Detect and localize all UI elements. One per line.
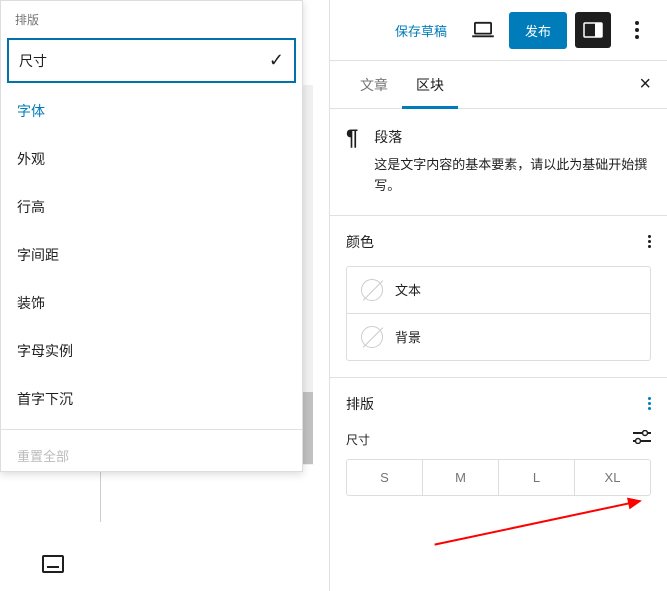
dots-vertical-icon (635, 21, 639, 39)
sliders-icon (633, 430, 651, 444)
size-xl-button[interactable]: XL (574, 460, 650, 495)
device-icon[interactable] (42, 555, 64, 573)
color-background-button[interactable]: 背景 (347, 313, 650, 360)
tab-block[interactable]: 区块 (402, 61, 458, 109)
option-size[interactable]: 尺寸 ✓ (7, 38, 296, 83)
color-section: 颜色 文本 背景 (330, 216, 667, 378)
settings-sidebar: 保存草稿 发布 文章 区块 × ¶ 段落 这是文字内容的基本要素，请以此为基础开… (329, 0, 667, 591)
block-description: ¶ 段落 这是文字内容的基本要素，请以此为基础开始撰写。 (330, 109, 667, 216)
check-icon: ✓ (269, 50, 284, 71)
publish-button[interactable]: 发布 (509, 12, 567, 49)
color-section-title: 颜色 (346, 232, 374, 252)
editor-topbar: 保存草稿 发布 (330, 0, 667, 61)
color-options-button[interactable] (648, 235, 651, 248)
save-draft-button[interactable]: 保存草稿 (385, 13, 457, 48)
paragraph-icon: ¶ (346, 127, 358, 197)
size-s-button[interactable]: S (347, 460, 422, 495)
option-font[interactable]: 字体 (1, 87, 302, 135)
more-options-button[interactable] (619, 12, 655, 48)
typography-dropdown-panel: 排版 尺寸 ✓ 字体 外观 行高 字间距 装饰 字母实例 首字下沉 重置全部 (0, 0, 303, 472)
tab-post[interactable]: 文章 (346, 61, 402, 109)
option-letter-case[interactable]: 字母实例 (1, 327, 302, 375)
custom-size-toggle[interactable] (633, 430, 651, 449)
close-sidebar-button[interactable]: × (639, 73, 651, 96)
typography-section-title: 排版 (346, 394, 374, 414)
size-l-button[interactable]: L (498, 460, 574, 495)
panel-header: 排版 (1, 1, 302, 34)
reset-all[interactable]: 重置全部 (1, 429, 302, 481)
sidebar-icon (583, 22, 603, 38)
sidebar-toggle-button[interactable] (575, 12, 611, 48)
option-letter-spacing[interactable]: 字间距 (1, 231, 302, 279)
empty-color-icon (361, 326, 383, 348)
size-preset-group: S M L XL (346, 459, 651, 496)
typography-options-button[interactable] (648, 397, 651, 410)
scrollbar-thumb[interactable] (303, 392, 313, 464)
empty-color-icon (361, 279, 383, 301)
option-appearance[interactable]: 外观 (1, 135, 302, 183)
color-text-button[interactable]: 文本 (347, 267, 650, 313)
block-subtitle: 这是文字内容的基本要素，请以此为基础开始撰写。 (374, 155, 651, 197)
option-drop-cap[interactable]: 首字下沉 (1, 375, 302, 423)
sidebar-tabs: 文章 区块 × (330, 61, 667, 109)
preview-device-button[interactable] (465, 12, 501, 48)
typography-section: 排版 尺寸 S M L XL (330, 378, 667, 512)
size-label: 尺寸 (346, 431, 370, 448)
size-m-button[interactable]: M (422, 460, 498, 495)
laptop-icon (472, 21, 494, 39)
block-title: 段落 (374, 127, 651, 147)
option-line-height[interactable]: 行高 (1, 183, 302, 231)
option-decoration[interactable]: 装饰 (1, 279, 302, 327)
